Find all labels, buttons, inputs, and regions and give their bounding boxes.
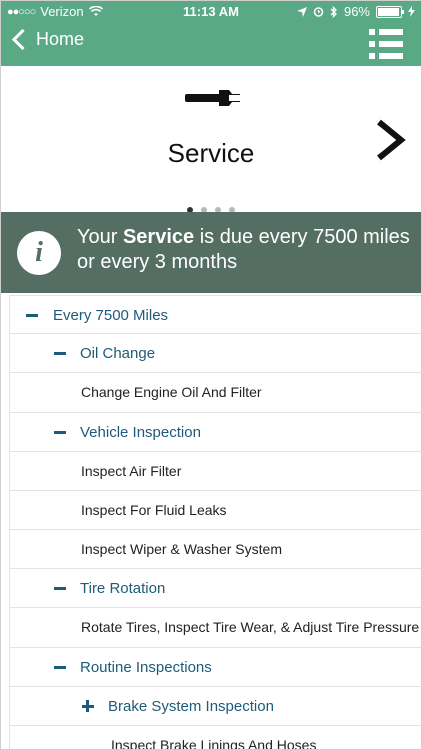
- minus-icon: [54, 580, 68, 596]
- list-item: Rotate Tires, Inspect Tire Wear, & Adjus…: [9, 608, 421, 648]
- phone-screen: ●●○○○ Verizon 11:13 AM 96% Home Service …: [0, 0, 422, 750]
- plus-icon: [82, 698, 96, 714]
- section-header-tire-rotation[interactable]: Tire Rotation: [9, 569, 421, 608]
- menu-list-icon-row: [369, 41, 403, 47]
- banner-bold: Service: [122, 226, 195, 248]
- banner-prefix: Your: [77, 226, 123, 248]
- list-item-label: Inspect Wiper & Washer System: [81, 541, 282, 557]
- menu-list-icon: [369, 29, 403, 35]
- minus-icon: [54, 659, 68, 675]
- back-button-label: Home: [36, 29, 85, 49]
- service-carousel: Service: [1, 66, 421, 213]
- info-icon: i: [17, 231, 61, 275]
- list-item: Inspect Brake Linings And Hoses: [9, 726, 421, 750]
- charging-bolt-icon: [408, 6, 415, 17]
- group-header[interactable]: Every 7500 Miles: [9, 295, 421, 334]
- list-item-label: Inspect For Fluid Leaks: [81, 502, 227, 518]
- battery-percent: 96%: [343, 4, 370, 19]
- back-button[interactable]: Home: [11, 28, 85, 51]
- minus-icon: [54, 345, 68, 361]
- section-label: Brake System Inspection: [108, 698, 274, 715]
- list-item-label: Inspect Brake Linings And Hoses: [111, 737, 317, 750]
- menu-list-button[interactable]: [369, 29, 403, 59]
- battery-icon: [376, 5, 404, 18]
- status-bar: ●●○○○ Verizon 11:13 AM 96%: [1, 1, 421, 23]
- wrench-icon: [185, 90, 241, 106]
- list-item-label: Rotate Tires, Inspect Tire Wear, & Adjus…: [81, 619, 420, 635]
- section-header-vehicle-inspection[interactable]: Vehicle Inspection: [9, 413, 421, 452]
- carousel-title: Service: [167, 138, 255, 168]
- list-item: Inspect Air Filter: [9, 452, 421, 491]
- chevron-left-icon: [11, 28, 34, 51]
- section-header-routine-inspections[interactable]: Routine Inspections: [9, 648, 421, 687]
- section-label: Routine Inspections: [80, 659, 212, 676]
- info-banner: i Your Service is due every 7500 miles o…: [1, 212, 421, 293]
- banner-text: Your Service is due every 7500 miles or …: [77, 225, 413, 275]
- nav-bar: Home: [1, 23, 421, 66]
- minus-icon: [54, 424, 68, 440]
- bluetooth-icon: [330, 5, 337, 18]
- section-label: Oil Change: [80, 345, 156, 362]
- status-right: 96%: [296, 4, 415, 19]
- alarm-clock-icon: [313, 7, 324, 17]
- battery-fill: [378, 7, 400, 16]
- list-item: Change Engine Oil And Filter: [9, 373, 421, 413]
- menu-list-icon-row: [369, 53, 403, 59]
- list-item-label: Inspect Air Filter: [81, 463, 182, 479]
- group-label: Every 7500 Miles: [53, 307, 169, 324]
- section-header-oil-change[interactable]: Oil Change: [9, 334, 421, 373]
- location-arrow-icon: [296, 6, 307, 17]
- section-header-brake-system[interactable]: Brake System Inspection: [9, 687, 421, 726]
- section-label: Vehicle Inspection: [80, 424, 201, 441]
- chevron-right-icon[interactable]: [371, 118, 411, 162]
- section-label: Tire Rotation: [80, 580, 166, 597]
- minus-icon: [26, 307, 40, 323]
- list-item: Inspect Wiper & Washer System: [9, 530, 421, 569]
- list-item-label: Change Engine Oil And Filter: [81, 384, 262, 400]
- list-item: Inspect For Fluid Leaks: [9, 491, 421, 530]
- top-bar: ●●○○○ Verizon 11:13 AM 96% Home: [1, 1, 421, 66]
- maintenance-list: Every 7500 Miles Oil Change Change Engin…: [9, 295, 421, 750]
